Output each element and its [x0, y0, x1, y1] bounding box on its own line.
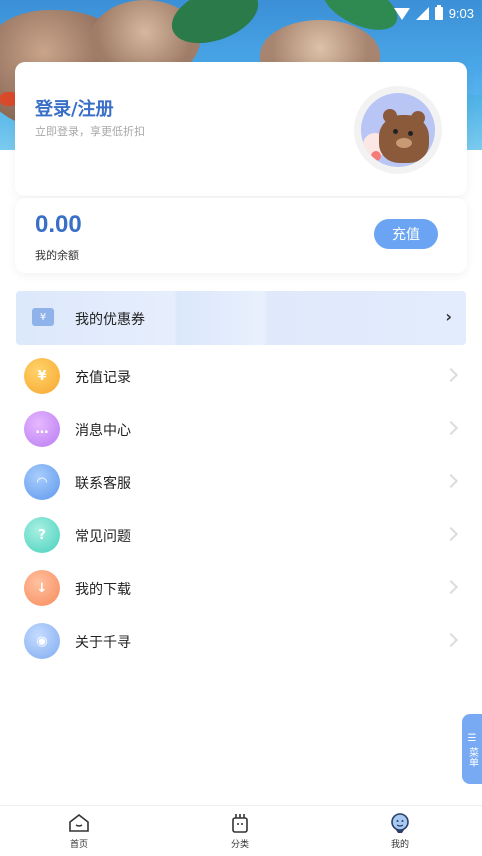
floating-menu-label: 菜单 — [466, 746, 478, 767]
wifi-icon — [393, 8, 410, 20]
status-time: 9:03 — [448, 5, 474, 21]
cloud-download-icon: ↓ — [24, 570, 60, 606]
list-icon: ☰ — [467, 732, 477, 744]
tab-category[interactable]: 分类 — [200, 812, 280, 856]
menu-item-about[interactable]: ◉ 关于千寻 — [0, 615, 482, 668]
login-subtitle: 立即登录，享更低折扣 — [35, 125, 145, 138]
menu-item-label: 常见问题 — [75, 529, 131, 545]
menu-item-label: 联系客服 — [75, 476, 131, 492]
profile-icon — [389, 812, 411, 834]
menu-item-label: 消息中心 — [75, 423, 131, 439]
category-icon — [229, 812, 251, 834]
question-icon: ? — [24, 517, 60, 553]
menu-item-label: 我的下载 — [75, 582, 131, 598]
chevron-right-icon — [443, 367, 459, 383]
message-icon: … — [24, 411, 60, 447]
chevron-right-icon — [443, 579, 459, 595]
menu-item-label: 充值记录 — [75, 370, 131, 386]
profile-card[interactable]: 登录/注册 立即登录，享更低折扣 — [15, 62, 467, 196]
menu-item-message-center[interactable]: … 消息中心 — [0, 403, 482, 456]
balance-amount: 0.00 — [35, 211, 82, 238]
chevron-right-icon — [443, 526, 459, 542]
menu-item-customer-service[interactable]: ◠ 联系客服 — [0, 456, 482, 509]
tab-label: 首页 — [69, 840, 88, 850]
coupon-icon: ¥ — [32, 308, 54, 326]
bottom-tab-bar: 首页 分类 我的 — [0, 805, 482, 856]
coupon-row[interactable]: ¥ 我的优惠券 › — [16, 291, 466, 345]
chevron-right-icon — [443, 632, 459, 648]
tab-home[interactable]: 首页 — [39, 812, 119, 856]
avatar[interactable] — [354, 86, 442, 174]
chevron-right-icon: › — [445, 307, 452, 326]
tab-label: 我的 — [390, 840, 409, 850]
tab-label: 分类 — [230, 840, 249, 850]
chevron-right-icon — [443, 420, 459, 436]
eye-icon: ◉ — [24, 623, 60, 659]
coupon-label: 我的优惠券 — [75, 312, 145, 328]
menu-item-recharge-records[interactable]: ¥ 充值记录 — [0, 350, 482, 403]
tab-profile[interactable]: 我的 — [360, 812, 440, 856]
recharge-button[interactable]: 充值 — [374, 219, 438, 249]
status-bar: 9:03 — [393, 4, 474, 22]
chevron-right-icon — [443, 473, 459, 489]
balance-card: 0.00 我的余额 充值 — [15, 198, 467, 273]
menu-item-faq[interactable]: ? 常见问题 — [0, 509, 482, 562]
balance-label: 我的余额 — [35, 249, 79, 262]
battery-icon — [434, 4, 443, 20]
menu-list: ¥ 充值记录 … 消息中心 ◠ 联系客服 ? 常见问题 ↓ 我的下载 ◉ 关于千… — [0, 350, 482, 668]
login-register-link[interactable]: 登录/注册 — [35, 95, 114, 121]
menu-item-my-downloads[interactable]: ↓ 我的下载 — [0, 562, 482, 615]
money-bag-icon: ¥ — [24, 358, 60, 394]
headset-icon: ◠ — [24, 464, 60, 500]
menu-item-label: 关于千寻 — [75, 635, 131, 651]
floating-menu-button[interactable]: ☰ 菜单 — [462, 714, 482, 784]
signal-icon — [415, 6, 429, 20]
home-icon — [68, 812, 90, 834]
bear-avatar-icon — [361, 93, 435, 167]
